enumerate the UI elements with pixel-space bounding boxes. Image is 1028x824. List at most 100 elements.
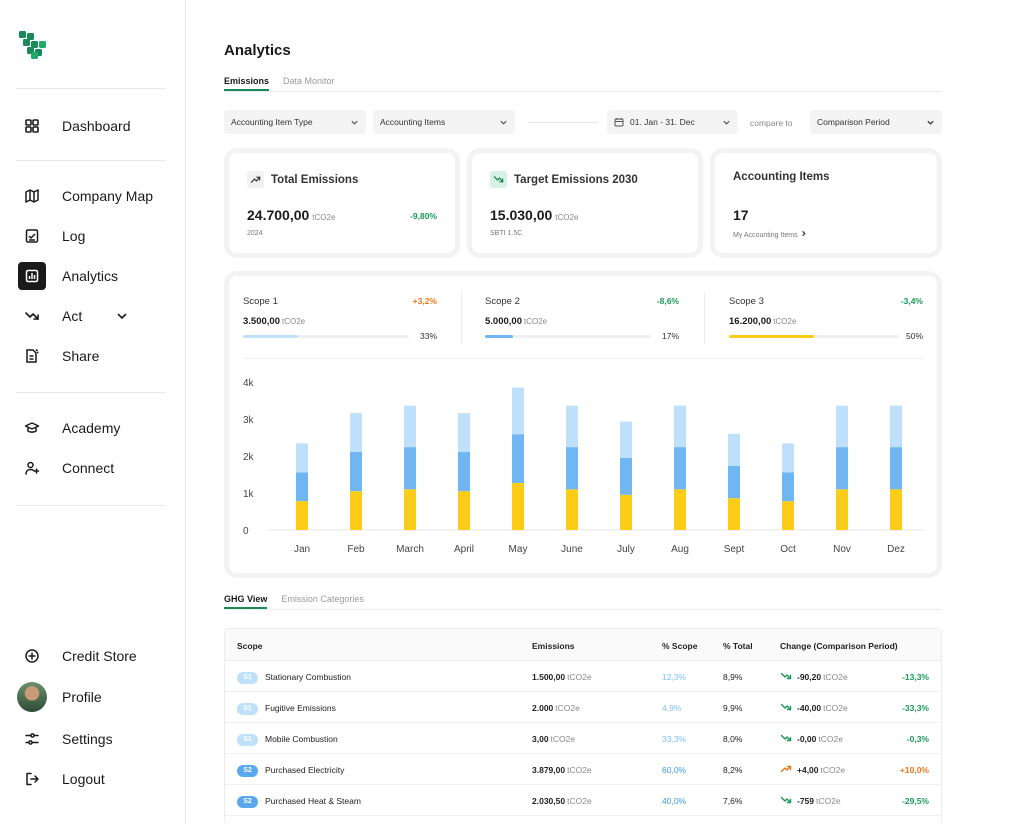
bar-segment-scope-1[interactable] — [566, 405, 578, 448]
bar-segment-scope-1[interactable] — [458, 413, 470, 452]
bar-segment-scope-3[interactable] — [458, 491, 470, 530]
tab-ghg-view[interactable]: GHG View — [224, 594, 268, 609]
nav-divider — [16, 505, 166, 506]
bar-segment-scope-3[interactable] — [728, 498, 740, 530]
bar-segment-scope-3[interactable] — [566, 489, 578, 530]
row-pct-scope: 60,0% — [662, 765, 687, 775]
scope-value: 16.200,00 tCO2e — [729, 316, 796, 327]
bar-segment-scope-3[interactable] — [296, 501, 308, 530]
chart-icon — [18, 262, 46, 290]
sidebar-item-share[interactable]: Share — [18, 342, 168, 370]
table-row[interactable]: S1 Mobile Combustion 3,00 tCO2e 33,3% 8,0% -0,… — [225, 723, 941, 754]
column-header-pct-total[interactable]: % Total — [723, 641, 753, 651]
value-unit: tCO2e — [555, 703, 580, 713]
row-pct-scope: 33,3% — [662, 734, 687, 744]
bar-segment-scope-2[interactable] — [620, 457, 632, 495]
bar-segment-scope-2[interactable] — [728, 465, 740, 499]
bar-segment-scope-1[interactable] — [890, 405, 902, 448]
table-body: S1 Stationary Combustion 1.500,00 tCO2e 12,3… — [225, 661, 941, 816]
card-title: Total Emissions — [271, 173, 359, 186]
column-header-pct-scope[interactable]: % Scope — [662, 641, 697, 651]
bar-segment-scope-3[interactable] — [782, 501, 794, 530]
sidebar-item-profile[interactable]: Profile — [17, 682, 168, 712]
sidebar-item-credit-store[interactable]: Credit Store — [18, 642, 168, 670]
bar-segment-scope-2[interactable] — [512, 434, 524, 484]
bar-segment-scope-2[interactable] — [782, 472, 794, 502]
x-tick-label: March — [396, 544, 424, 555]
bar-segment-scope-3[interactable] — [512, 483, 524, 530]
bar-segment-scope-2[interactable] — [674, 447, 686, 490]
sidebar-item-analytics[interactable]: Analytics — [18, 262, 168, 290]
row-emissions: 3.879,00 tCO2e — [532, 765, 592, 775]
bar-segment-scope-2[interactable] — [458, 451, 470, 492]
accounting-item-type-select[interactable]: Accounting Item Type — [224, 110, 366, 134]
tab-emissions[interactable]: Emissions — [224, 76, 270, 91]
bar-segment-scope-3[interactable] — [674, 489, 686, 530]
row-pct-total: 8,9% — [723, 672, 743, 682]
bar-segment-scope-2[interactable] — [404, 447, 416, 490]
table-row[interactable]: S1 Stationary Combustion 1.500,00 tCO2e 12,3… — [225, 661, 941, 692]
sidebar-item-settings[interactable]: Settings — [18, 725, 168, 753]
table-row[interactable]: S2 Purchased Electricity 3.879,00 tCO2e 60,0… — [225, 754, 941, 785]
sidebar-item-logout[interactable]: Logout — [18, 765, 168, 793]
target-emissions-card: Target Emissions 2030 15.030,00 tCO2e SBT… — [472, 153, 698, 253]
bar-segment-scope-1[interactable] — [512, 387, 524, 435]
scope-change: +3,2% — [412, 296, 437, 306]
column-header-scope[interactable]: Scope — [237, 641, 263, 651]
bar-segment-scope-1[interactable] — [296, 443, 308, 473]
bar-segment-scope-1[interactable] — [782, 443, 794, 473]
chevron-down-icon — [351, 120, 358, 125]
bar-segment-scope-2[interactable] — [890, 447, 902, 490]
accounting-items-select[interactable]: Accounting Items — [373, 110, 515, 134]
bar-segment-scope-1[interactable] — [620, 421, 632, 458]
bar-segment-scope-2[interactable] — [350, 451, 362, 492]
date-range-select[interactable]: 01. Jan - 31. Dec — [607, 110, 738, 134]
row-change: -40,00 tCO2e — [797, 703, 848, 713]
bar-segment-scope-1[interactable] — [728, 433, 740, 466]
chevron-right-icon — [801, 230, 806, 237]
tab-data-monitor[interactable]: Data Monitor — [283, 76, 335, 91]
y-tick-label: 3k — [243, 415, 255, 426]
sidebar: Dashboard Company Map Log Analytics Act … — [0, 0, 186, 824]
bar-segment-scope-2[interactable] — [296, 472, 308, 502]
bar-segment-scope-3[interactable] — [620, 494, 632, 530]
value-number: 2.030,50 — [532, 796, 566, 806]
bar-segment-scope-3[interactable] — [836, 489, 848, 530]
select-value: Accounting Item Type — [231, 117, 313, 127]
bar-segment-scope-3[interactable] — [404, 489, 416, 530]
bar-segment-scope-1[interactable] — [836, 405, 848, 448]
scope-value: 3.500,00 tCO2e — [243, 316, 305, 327]
row-name: Purchased Heat & Steam — [265, 796, 361, 806]
sidebar-item-log[interactable]: Log — [18, 222, 168, 250]
sidebar-item-dashboard[interactable]: Dashboard — [18, 112, 168, 140]
my-accounting-items-link[interactable]: My Accounting Items — [733, 230, 807, 239]
value-unit: tCO2e — [523, 317, 548, 326]
column-header-change[interactable]: Change (Comparison Period) — [780, 641, 898, 651]
column-header-emissions[interactable]: Emissions — [532, 641, 575, 651]
bar-segment-scope-3[interactable] — [890, 489, 902, 530]
scope-change: -8,6% — [656, 296, 679, 306]
sidebar-item-act[interactable]: Act — [18, 302, 168, 330]
card-header: Total Emissions — [247, 171, 358, 188]
comparison-period-select[interactable]: Comparison Period — [810, 110, 942, 134]
bar-segment-scope-2[interactable] — [836, 447, 848, 490]
table-row[interactable]: S2 Purchased Heat & Steam 2.030,50 tCO2e 40,… — [225, 785, 941, 816]
x-tick-label: April — [454, 544, 474, 555]
x-tick-label: May — [509, 544, 528, 555]
brand-grid-logo[interactable] — [18, 30, 48, 60]
bar-segment-scope-2[interactable] — [566, 447, 578, 490]
chevron-down-icon[interactable] — [116, 310, 128, 322]
tab-emission-categories[interactable]: Emission Categories — [281, 594, 364, 609]
row-emissions: 3,00 tCO2e — [532, 734, 575, 744]
sidebar-item-connect[interactable]: Connect — [18, 454, 168, 482]
bar-segment-scope-1[interactable] — [404, 405, 416, 448]
sidebar-item-company-map[interactable]: Company Map — [18, 182, 168, 210]
bar-segment-scope-1[interactable] — [674, 405, 686, 448]
trend-up-icon — [780, 765, 792, 773]
bar-segment-scope-1[interactable] — [350, 413, 362, 452]
sidebar-item-academy[interactable]: Academy — [18, 414, 168, 442]
bar-segment-scope-3[interactable] — [350, 491, 362, 530]
row-name: Stationary Combustion — [265, 672, 351, 682]
table-row[interactable]: S1 Fugitive Emissions 2.000 tCO2e 4,9% 9,9% -4… — [225, 692, 941, 723]
value-unit: tCO2e — [818, 734, 843, 744]
